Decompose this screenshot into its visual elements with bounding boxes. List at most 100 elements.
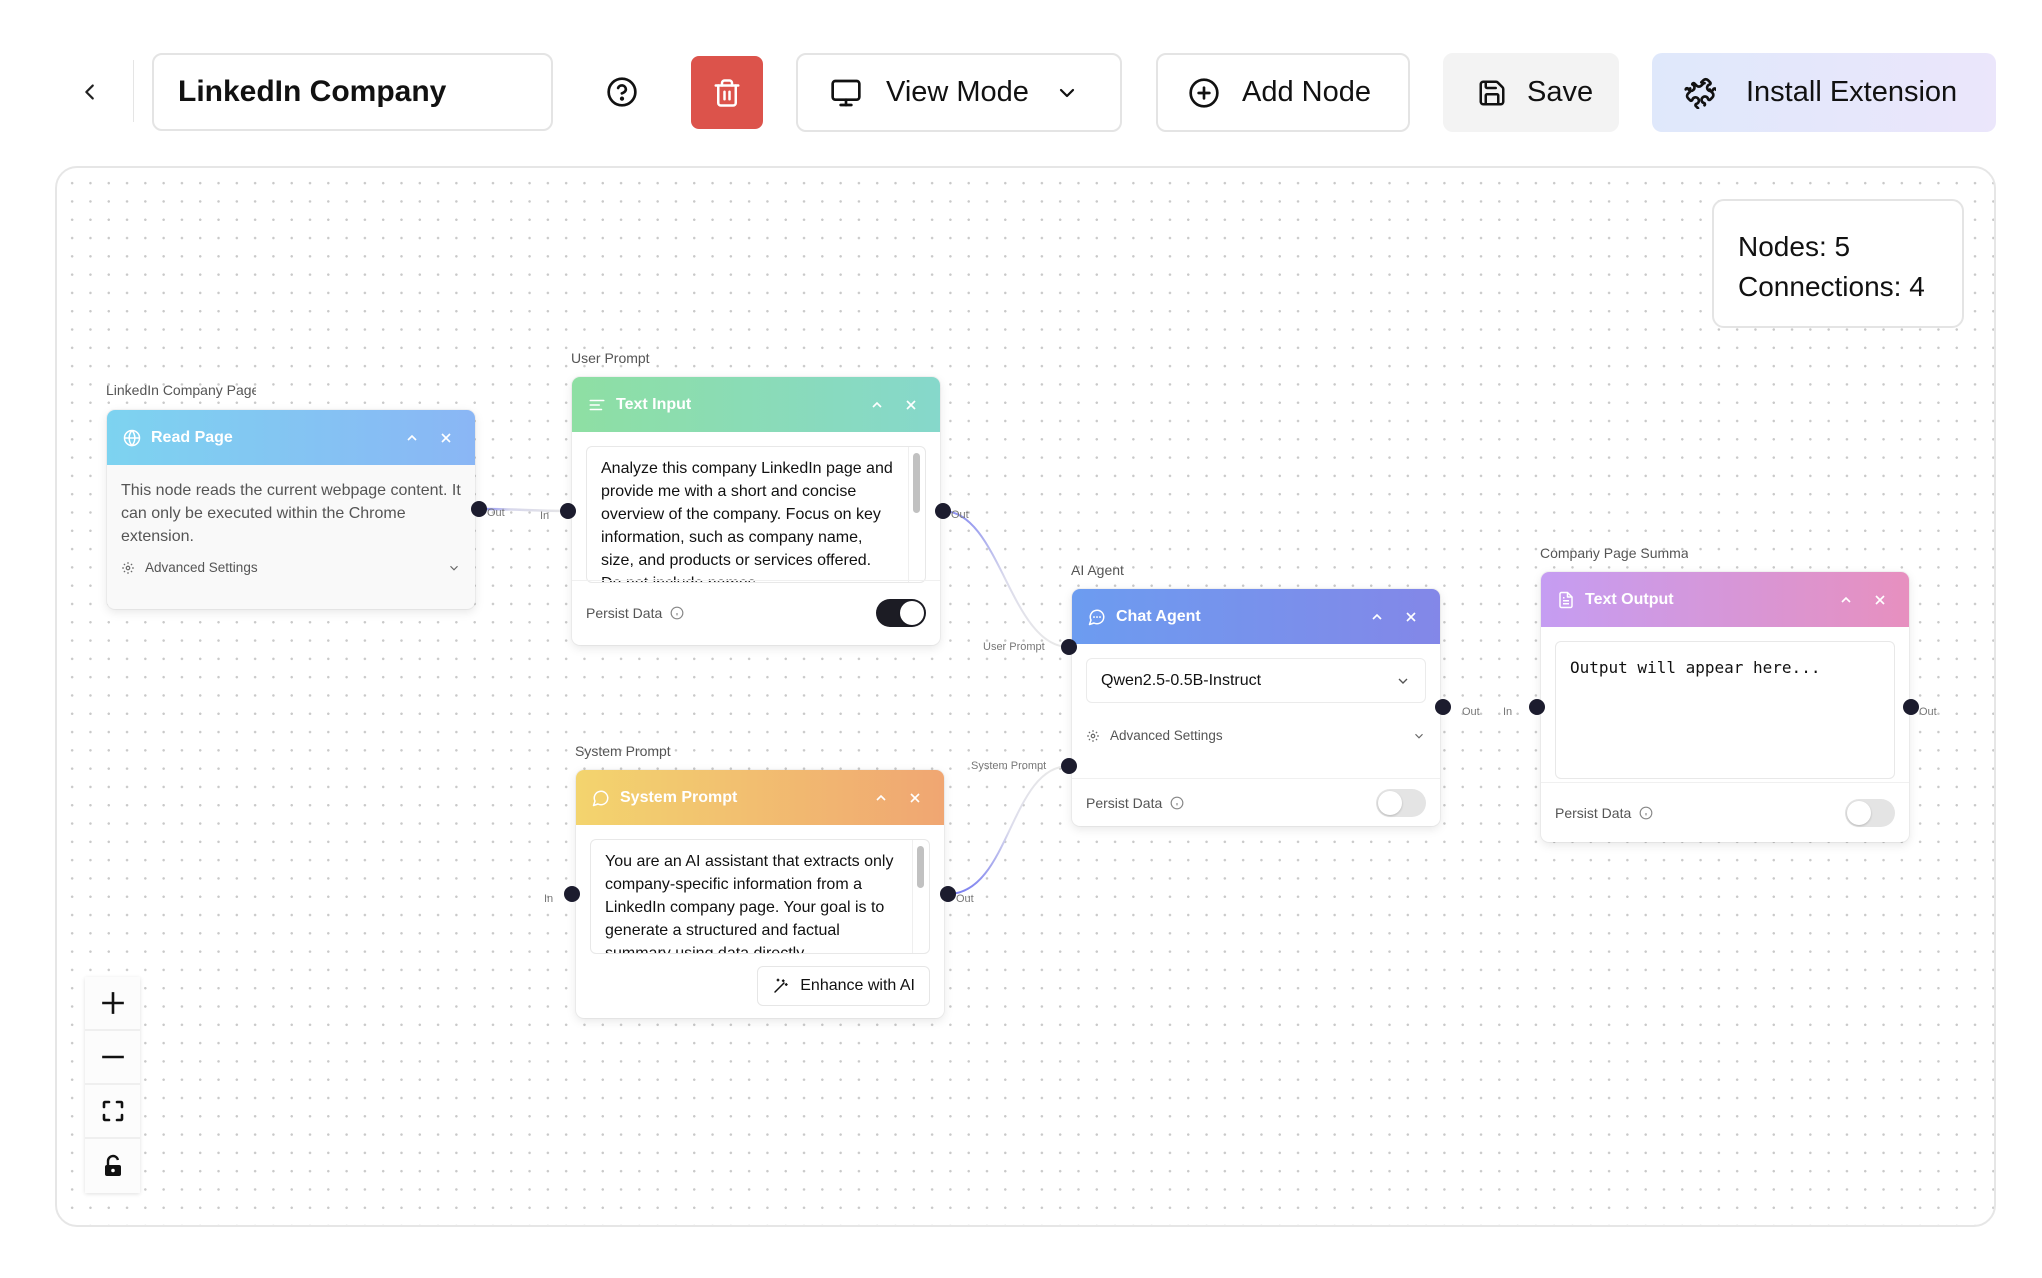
delete-button[interactable]: [691, 56, 763, 129]
view-mode-dropdown[interactable]: View Mode: [796, 53, 1122, 132]
canvas-stats-panel: Nodes: 5 Connections: 4: [1712, 199, 1964, 328]
puzzle-icon: [1684, 77, 1716, 109]
port-label: Out: [1462, 706, 1480, 718]
port-text-output-in[interactable]: [1529, 699, 1545, 715]
workflow-title-input[interactable]: [152, 53, 553, 131]
output-area[interactable]: Output will appear here...: [1555, 641, 1895, 779]
close-button[interactable]: [1869, 589, 1891, 611]
scrollbar[interactable]: [908, 447, 925, 582]
collapse-button[interactable]: [866, 394, 888, 416]
close-icon: [1406, 611, 1416, 622]
zoom-in-button[interactable]: [85, 977, 140, 1031]
close-button[interactable]: [900, 394, 922, 416]
persist-data-toggle[interactable]: [1376, 789, 1426, 817]
port-label: Out: [951, 509, 969, 521]
advanced-settings-label: Advanced Settings: [1110, 728, 1223, 743]
node-chat-agent[interactable]: Chat Agent Qwen2.5-0.5B-Instruct Advance…: [1072, 589, 1440, 826]
close-button[interactable]: [904, 787, 926, 809]
persist-data-toggle[interactable]: [876, 599, 926, 627]
port-system-prompt-in[interactable]: [564, 886, 580, 902]
view-mode-label: View Mode: [886, 76, 1029, 108]
persist-data-label: Persist Data: [586, 605, 663, 621]
node-label-system-prompt: System Prompt: [575, 743, 671, 759]
back-button[interactable]: [70, 72, 110, 112]
zoom-out-button[interactable]: [85, 1031, 140, 1085]
node-title: Text Input: [616, 395, 692, 413]
persist-data-toggle[interactable]: [1845, 799, 1895, 827]
trash-icon: [714, 78, 740, 107]
system-prompt-textarea[interactable]: You are an AI assistant that extracts on…: [590, 839, 930, 954]
collapse-button[interactable]: [1835, 589, 1857, 611]
enhance-with-ai-button[interactable]: Enhance with AI: [757, 966, 930, 1006]
node-header[interactable]: Text Input: [572, 377, 940, 432]
model-select-value: Qwen2.5-0.5B-Instruct: [1101, 671, 1262, 689]
add-node-button[interactable]: Add Node: [1156, 53, 1410, 132]
persist-data-label: Persist Data: [1086, 794, 1163, 811]
advanced-settings-toggle[interactable]: Advanced Settings: [1086, 728, 1426, 743]
textarea-content: You are an AI assistant that extracts on…: [605, 853, 894, 954]
chevron-down-icon: [1398, 678, 1408, 684]
node-description: This node reads the current webpage cont…: [121, 482, 461, 545]
toolbar-divider: [133, 60, 134, 122]
port-text-output-out[interactable]: [1903, 699, 1919, 715]
output-placeholder: Output will appear here...: [1570, 658, 1821, 677]
port-label: Out: [1919, 706, 1937, 718]
collapse-button[interactable]: [870, 787, 892, 809]
advanced-settings-label: Advanced Settings: [145, 560, 258, 575]
scrollbar-thumb[interactable]: [917, 846, 924, 888]
node-title: Read Page: [151, 428, 233, 446]
gear-icon: [122, 561, 134, 574]
model-select[interactable]: Qwen2.5-0.5B-Instruct: [1086, 658, 1426, 703]
save-button[interactable]: Save: [1443, 53, 1619, 132]
help-button[interactable]: [602, 72, 642, 112]
persist-data-label: Persist Data: [1555, 804, 1632, 821]
node-header[interactable]: Chat Agent: [1072, 589, 1440, 644]
fit-view-icon: [102, 1100, 123, 1122]
port-chat-agent-system-prompt[interactable]: [1061, 758, 1077, 774]
node-label-ai-agent: AI Agent: [1071, 562, 1124, 578]
node-title: System Prompt: [620, 788, 738, 806]
globe-icon: [123, 429, 141, 447]
collapse-button[interactable]: [401, 427, 423, 449]
add-node-label: Add Node: [1242, 76, 1371, 108]
node-header[interactable]: Read Page: [107, 410, 475, 465]
close-icon: [441, 432, 451, 443]
magic-wand-icon: [774, 978, 788, 993]
enhance-label: Enhance with AI: [800, 977, 915, 994]
port-text-input-in[interactable]: [560, 503, 576, 519]
collapse-button[interactable]: [1366, 606, 1388, 628]
node-header[interactable]: System Prompt: [576, 770, 944, 825]
message-circle-icon: [592, 790, 609, 806]
install-extension-button[interactable]: Install Extension: [1652, 53, 1996, 132]
node-read-page[interactable]: Read Page This node reads the current we…: [107, 410, 475, 609]
port-label: In: [544, 893, 554, 905]
node-system-prompt[interactable]: System Prompt You are an AI assistant th…: [576, 770, 944, 1018]
minus-icon: [101, 1055, 124, 1059]
port-label: User Prompt: [983, 641, 1045, 653]
close-button[interactable]: [435, 427, 457, 449]
node-text-output[interactable]: Text Output Output will appear here... P…: [1541, 572, 1909, 842]
close-button[interactable]: [1400, 606, 1422, 628]
port-chat-agent-user-prompt[interactable]: [1061, 639, 1077, 655]
port-read-page-out[interactable]: [471, 501, 487, 517]
node-header[interactable]: Text Output: [1541, 572, 1909, 627]
connections-count: Connections: 4: [1738, 271, 1925, 302]
chevron-up-icon: [876, 794, 886, 801]
scrollbar[interactable]: [912, 840, 929, 953]
toggle-knob: [1847, 801, 1871, 825]
user-prompt-textarea[interactable]: Analyze this company LinkedIn page and p…: [586, 446, 926, 583]
port-system-prompt-out[interactable]: [940, 886, 956, 902]
message-dots-icon: [1088, 609, 1105, 625]
node-text-input[interactable]: Text Input Analyze this company LinkedIn…: [572, 377, 940, 645]
toggle-knob: [900, 601, 924, 625]
advanced-settings-toggle[interactable]: Advanced Settings: [121, 560, 461, 575]
port-chat-agent-out[interactable]: [1435, 699, 1451, 715]
port-text-input-out[interactable]: [935, 503, 951, 519]
close-icon: [1875, 594, 1885, 605]
fit-view-button[interactable]: [85, 1085, 140, 1139]
gear-icon: [1087, 729, 1099, 742]
toggle-lock-button[interactable]: [85, 1139, 140, 1193]
scrollbar-thumb[interactable]: [913, 453, 920, 513]
port-label: System Prompt: [971, 760, 1047, 772]
port-label: In: [540, 510, 550, 522]
